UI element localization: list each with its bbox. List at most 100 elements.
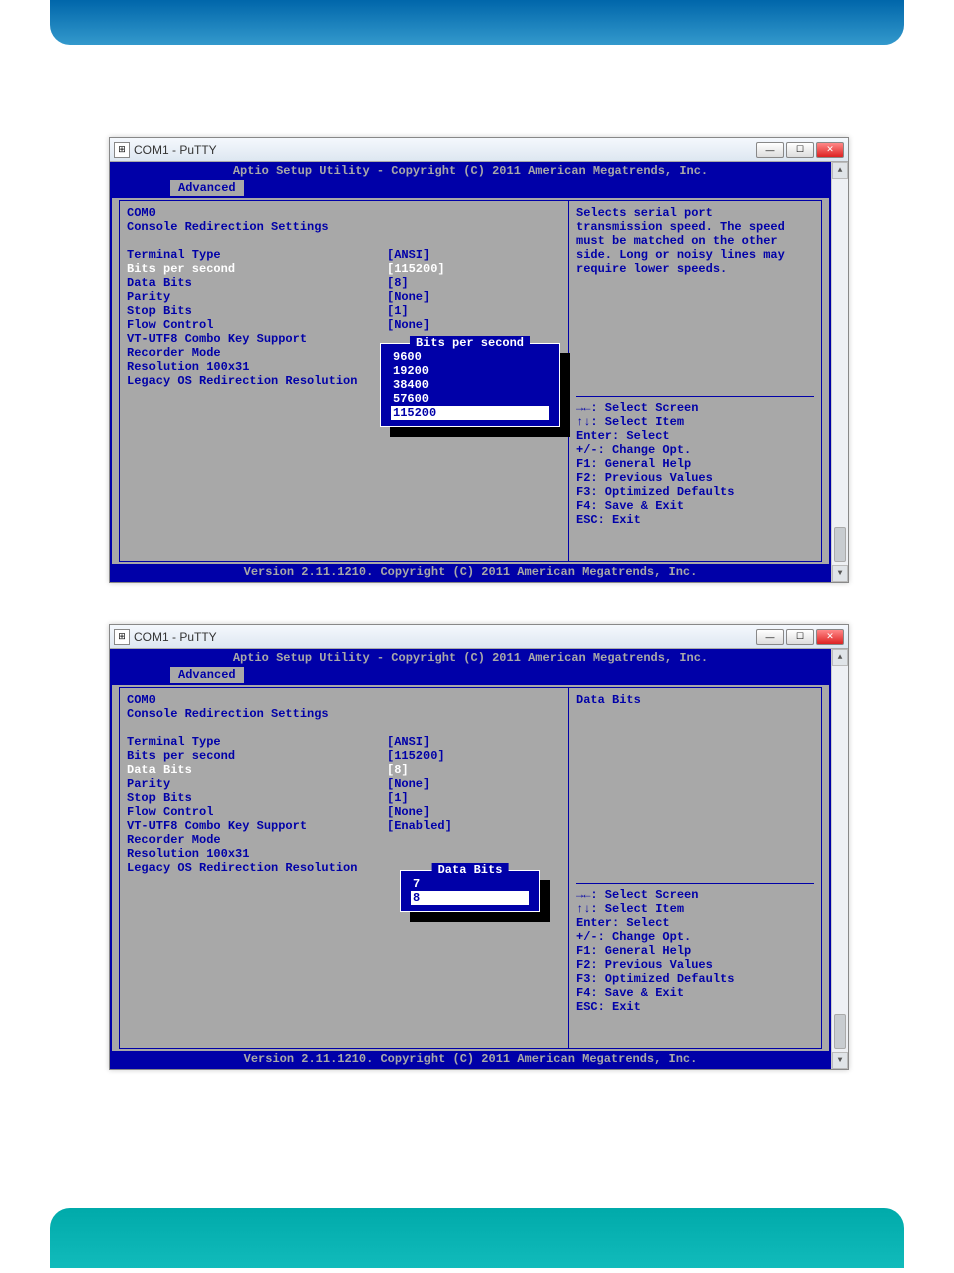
scrollbar-thumb[interactable]	[834, 527, 846, 562]
bios-header: Aptio Setup Utility - Copyright (C) 2011…	[110, 162, 831, 180]
help-text-line: Selects serial port	[576, 206, 814, 220]
help-text-line: side. Long or noisy lines may	[576, 248, 814, 262]
setting-row[interactable]: Parity[None]	[127, 290, 537, 304]
key-help-line: →←: Select Screen	[576, 401, 814, 415]
setting-value: [115200]	[387, 262, 445, 276]
key-help-line: F1: General Help	[576, 457, 814, 471]
setting-label: Flow Control	[127, 805, 387, 819]
setting-row[interactable]: Recorder Mode	[127, 833, 537, 847]
popup-option[interactable]: 19200	[391, 364, 549, 378]
putty-window-1: ⊞ COM1 - PuTTY — ☐ ✕ Aptio Setup Utility…	[109, 137, 849, 583]
popup-title: Data Bits	[432, 863, 509, 877]
terminal-area[interactable]: Aptio Setup Utility - Copyright (C) 2011…	[110, 649, 848, 1069]
key-help-line: F3: Optimized Defaults	[576, 972, 814, 986]
key-help-line: +/-: Change Opt.	[576, 443, 814, 457]
popup-option[interactable]: 57600	[391, 392, 549, 406]
section-subtitle: Console Redirection Settings	[127, 220, 537, 234]
window-titlebar[interactable]: ⊞ COM1 - PuTTY — ☐ ✕	[110, 138, 848, 162]
setting-label: VT-UTF8 Combo Key Support	[127, 332, 387, 346]
scrollbar-thumb[interactable]	[834, 1014, 846, 1049]
bios-header: Aptio Setup Utility - Copyright (C) 2011…	[110, 649, 831, 667]
setting-row[interactable]: VT-UTF8 Combo Key Support[Enabled]	[127, 819, 537, 833]
setting-value: [8]	[387, 763, 409, 777]
scrollbar[interactable]: ▲ ▼	[831, 649, 848, 1069]
minimize-button[interactable]: —	[756, 142, 784, 158]
bios-footer: Version 2.11.1210. Copyright (C) 2011 Am…	[110, 564, 831, 582]
bios-footer: Version 2.11.1210. Copyright (C) 2011 Am…	[110, 1051, 831, 1069]
scroll-down-icon[interactable]: ▼	[832, 565, 848, 582]
setting-row[interactable]: Resolution 100x31	[127, 847, 537, 861]
terminal-area[interactable]: Aptio Setup Utility - Copyright (C) 2011…	[110, 162, 848, 582]
setting-row[interactable]: Terminal Type[ANSI]	[127, 735, 537, 749]
setting-row[interactable]: Bits per second[115200]	[127, 749, 537, 763]
option-popup[interactable]: Data Bits 78	[400, 870, 540, 912]
setting-value: [8]	[387, 276, 409, 290]
setting-label: Terminal Type	[127, 248, 387, 262]
setting-value: [None]	[387, 777, 430, 791]
close-button[interactable]: ✕	[816, 142, 844, 158]
setting-value: [115200]	[387, 749, 445, 763]
setting-value: [None]	[387, 318, 430, 332]
settings-panel: COM0 Console Redirection Settings Termin…	[127, 693, 537, 875]
option-popup[interactable]: Bits per second 960019200384005760011520…	[380, 343, 560, 427]
bios-body: COM0 Console Redirection Settings Termin…	[110, 198, 831, 564]
key-help-line: F4: Save & Exit	[576, 499, 814, 513]
setting-row[interactable]: Stop Bits[1]	[127, 791, 537, 805]
popup-option[interactable]: 115200	[391, 406, 549, 420]
help-panel: Data Bits →←: Select Screen↑↓: Select It…	[576, 693, 814, 1014]
section-title: COM0	[127, 693, 537, 707]
setting-value: [Enabled]	[387, 819, 452, 833]
setting-label: Legacy OS Redirection Resolution	[127, 861, 387, 875]
window-title: COM1 - PuTTY	[134, 630, 756, 644]
setting-label: Recorder Mode	[127, 833, 387, 847]
setting-row[interactable]: Bits per second[115200]	[127, 262, 537, 276]
setting-value: [ANSI]	[387, 248, 430, 262]
key-help-line: F2: Previous Values	[576, 471, 814, 485]
tab-advanced[interactable]: Advanced	[170, 180, 244, 196]
setting-label: Stop Bits	[127, 791, 387, 805]
popup-option[interactable]: 9600	[391, 350, 549, 364]
maximize-button[interactable]: ☐	[786, 629, 814, 645]
setting-row[interactable]: Data Bits[8]	[127, 276, 537, 290]
key-help-line: F3: Optimized Defaults	[576, 485, 814, 499]
tab-advanced[interactable]: Advanced	[170, 667, 244, 683]
setting-row[interactable]: Terminal Type[ANSI]	[127, 248, 537, 262]
setting-row[interactable]: Flow Control[None]	[127, 805, 537, 819]
setting-row[interactable]: Parity[None]	[127, 777, 537, 791]
maximize-button[interactable]: ☐	[786, 142, 814, 158]
scrollbar[interactable]: ▲ ▼	[831, 162, 848, 582]
setting-row[interactable]: Data Bits[8]	[127, 763, 537, 777]
popup-option[interactable]: 8	[411, 891, 529, 905]
key-help-line: F4: Save & Exit	[576, 986, 814, 1000]
help-divider	[576, 883, 814, 884]
setting-label: Legacy OS Redirection Resolution	[127, 374, 387, 388]
minimize-button[interactable]: —	[756, 629, 784, 645]
help-text-line: transmission speed. The speed	[576, 220, 814, 234]
help-text-line: require lower speeds.	[576, 262, 814, 276]
setting-label: Data Bits	[127, 276, 387, 290]
setting-row[interactable]: Stop Bits[1]	[127, 304, 537, 318]
key-help-line: ↑↓: Select Item	[576, 415, 814, 429]
page-header-banner	[50, 0, 904, 45]
key-help-line: ↑↓: Select Item	[576, 902, 814, 916]
bios-screen: Aptio Setup Utility - Copyright (C) 2011…	[110, 162, 831, 582]
section-title: COM0	[127, 206, 537, 220]
bios-screen: Aptio Setup Utility - Copyright (C) 2011…	[110, 649, 831, 1069]
scroll-up-icon[interactable]: ▲	[832, 649, 848, 666]
scroll-down-icon[interactable]: ▼	[832, 1052, 848, 1069]
setting-label: Resolution 100x31	[127, 847, 387, 861]
popup-option[interactable]: 7	[411, 877, 529, 891]
scroll-up-icon[interactable]: ▲	[832, 162, 848, 179]
close-button[interactable]: ✕	[816, 629, 844, 645]
help-text-line: Data Bits	[576, 693, 814, 707]
window-titlebar[interactable]: ⊞ COM1 - PuTTY — ☐ ✕	[110, 625, 848, 649]
window-title: COM1 - PuTTY	[134, 143, 756, 157]
section-subtitle: Console Redirection Settings	[127, 707, 537, 721]
setting-label: Parity	[127, 290, 387, 304]
key-help-line: +/-: Change Opt.	[576, 930, 814, 944]
setting-row[interactable]: Flow Control[None]	[127, 318, 537, 332]
key-help-line: F1: General Help	[576, 944, 814, 958]
popup-option[interactable]: 38400	[391, 378, 549, 392]
setting-label: Recorder Mode	[127, 346, 387, 360]
window-controls: — ☐ ✕	[756, 629, 844, 645]
